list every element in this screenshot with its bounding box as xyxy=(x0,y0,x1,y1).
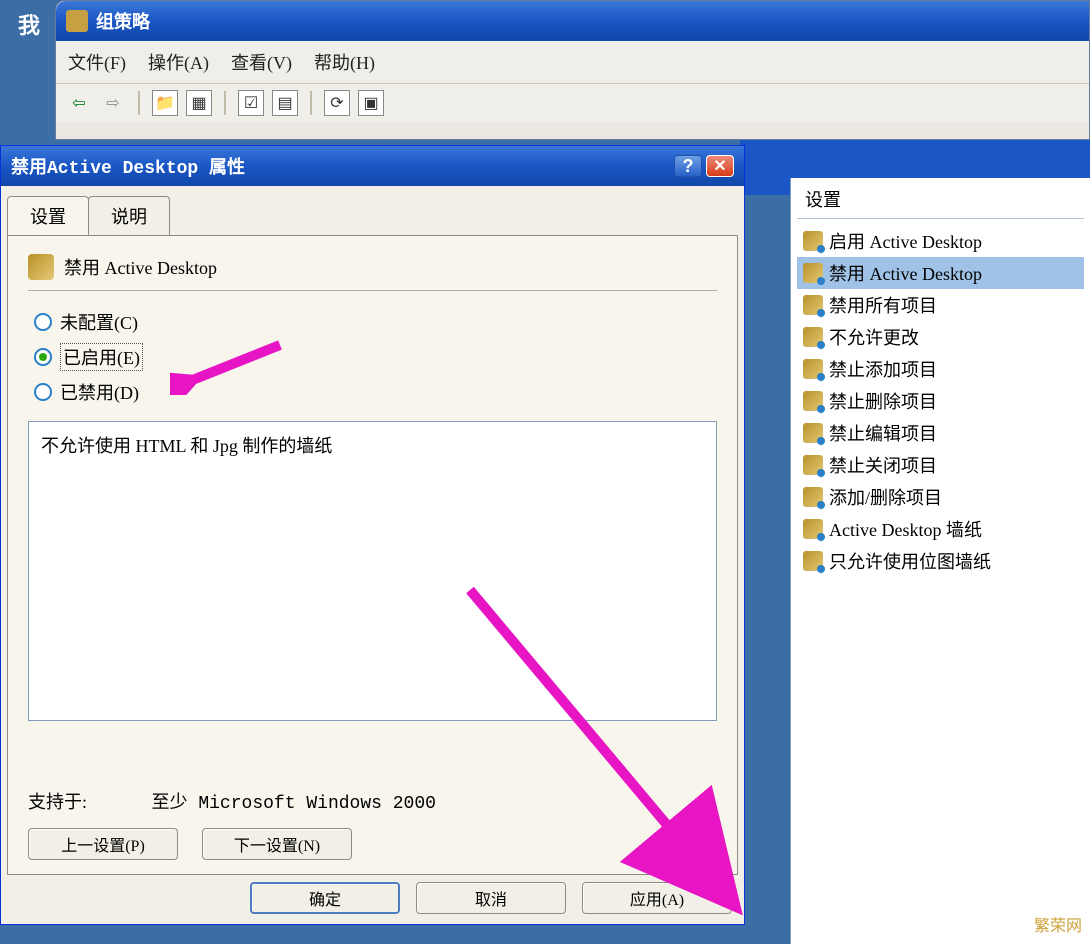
tab-panel: 禁用 Active Desktop 未配置(C) 已启用(E) 已禁用(D) 不… xyxy=(7,235,738,875)
policy-list-item[interactable]: 只允许使用位图墙纸 xyxy=(797,545,1084,577)
menu-help[interactable]: 帮助(H) xyxy=(314,49,375,75)
forward-button: ⇨ xyxy=(100,90,126,116)
policy-item-icon xyxy=(803,519,823,539)
policy-item-label: 禁止添加项目 xyxy=(829,356,937,382)
supported-label: 支持于: xyxy=(28,792,87,812)
policy-list-item[interactable]: 不允许更改 xyxy=(797,321,1084,353)
properties-icon[interactable]: ☑ xyxy=(238,90,264,116)
policy-item-icon xyxy=(803,263,823,283)
watermark: 繁荣网 xyxy=(1034,912,1082,936)
policy-item-icon xyxy=(803,551,823,571)
prev-setting-button[interactable]: 上一设置(P) xyxy=(28,828,178,860)
policy-item-icon xyxy=(803,231,823,251)
policy-item-icon xyxy=(803,359,823,379)
policy-item-icon xyxy=(803,295,823,315)
menu-bar: 文件(F) 操作(A) 查看(V) 帮助(H) xyxy=(56,41,1089,84)
policy-item-label: 禁止关闭项目 xyxy=(829,452,937,478)
desktop-icon-label: 我 xyxy=(18,8,40,40)
policy-item-icon xyxy=(803,487,823,507)
radio-disabled[interactable]: 已禁用(D) xyxy=(34,379,717,405)
policy-list-pane: 设置 启用 Active Desktop 禁用 Active Desktop 禁用所… xyxy=(790,178,1090,944)
separator xyxy=(310,91,312,115)
policy-item-label: 禁止删除项目 xyxy=(829,388,937,414)
policy-item-label: 添加/删除项目 xyxy=(829,484,942,510)
radio-label: 已禁用(D) xyxy=(60,379,139,405)
mmc-icon xyxy=(66,10,88,32)
up-folder-icon[interactable]: 📁 xyxy=(152,90,178,116)
menu-file[interactable]: 文件(F) xyxy=(68,49,126,75)
menu-view[interactable]: 查看(V) xyxy=(231,49,292,75)
description-text: 不允许使用 HTML 和 Jpg 制作的墙纸 xyxy=(41,436,332,456)
ok-button[interactable]: 确定 xyxy=(250,882,400,914)
policy-list-item[interactable]: 禁止关闭项目 xyxy=(797,449,1084,481)
policy-item-icon xyxy=(803,455,823,475)
dialog-title-prefix: 禁用 xyxy=(11,153,47,179)
dialog-titlebar[interactable]: 禁用 Active Desktop 属性 ? ✕ xyxy=(1,146,744,186)
properties-dialog: 禁用 Active Desktop 属性 ? ✕ 设置 说明 禁用 Active… xyxy=(0,145,745,925)
tool-bar: ⇦ ⇨ 📁 ▦ ☑ ▤ ⟳ ▣ xyxy=(56,84,1089,122)
menu-action[interactable]: 操作(A) xyxy=(148,49,209,75)
dialog-title-rest: Active Desktop 属性 xyxy=(47,153,245,179)
refresh-icon[interactable]: ⟳ xyxy=(324,90,350,116)
radio-dot xyxy=(34,348,52,366)
policy-list-heading: 设置 xyxy=(797,186,1084,219)
mmc-titlebar[interactable]: 组策略 xyxy=(56,1,1089,41)
tab-strip: 设置 说明 xyxy=(1,186,744,235)
description-box: 不允许使用 HTML 和 Jpg 制作的墙纸 xyxy=(28,421,717,721)
policy-list-item[interactable]: 禁止添加项目 xyxy=(797,353,1084,385)
close-button[interactable]: ✕ xyxy=(706,155,734,177)
help-button[interactable]: ? xyxy=(674,155,702,177)
policy-item-label: 禁用 Active Desktop xyxy=(829,260,982,286)
policy-list-item[interactable]: 启用 Active Desktop xyxy=(797,225,1084,257)
radio-enabled[interactable]: 已启用(E) xyxy=(34,343,717,371)
separator xyxy=(138,91,140,115)
policy-item-label: 禁止编辑项目 xyxy=(829,420,937,446)
policy-icon xyxy=(28,254,54,280)
radio-dot xyxy=(34,313,52,331)
policy-list-item[interactable]: 禁止删除项目 xyxy=(797,385,1084,417)
policy-item-label: 禁用所有项目 xyxy=(829,292,937,318)
radio-label: 已启用(E) xyxy=(60,343,143,371)
policy-item-icon xyxy=(803,327,823,347)
supported-value: 至少 Microsoft Windows 2000 xyxy=(152,794,436,814)
policy-item-label: 不允许更改 xyxy=(829,324,919,350)
policy-item-icon xyxy=(803,391,823,411)
policy-list-item[interactable]: 禁止编辑项目 xyxy=(797,417,1084,449)
apply-button[interactable]: 应用(A) xyxy=(582,882,732,914)
policy-item-label: 只允许使用位图墙纸 xyxy=(829,548,991,574)
radio-dot xyxy=(34,383,52,401)
export-icon[interactable]: ▤ xyxy=(272,90,298,116)
mmc-title-text: 组策略 xyxy=(96,8,150,34)
tab-explain[interactable]: 说明 xyxy=(88,196,170,235)
cancel-button[interactable]: 取消 xyxy=(416,882,566,914)
policy-name-label: 禁用 Active Desktop xyxy=(64,254,217,280)
divider xyxy=(28,290,717,291)
policy-name-row: 禁用 Active Desktop xyxy=(28,254,717,280)
policy-list-item[interactable]: 禁用 Active Desktop xyxy=(797,257,1084,289)
policy-item-icon xyxy=(803,423,823,443)
policy-list-item[interactable]: 添加/删除项目 xyxy=(797,481,1084,513)
supported-row: 支持于: 至少 Microsoft Windows 2000 xyxy=(28,788,436,814)
tab-settings[interactable]: 设置 xyxy=(7,196,89,235)
radio-not-configured[interactable]: 未配置(C) xyxy=(34,309,717,335)
separator xyxy=(224,91,226,115)
policy-list-item[interactable]: Active Desktop 墙纸 xyxy=(797,513,1084,545)
radio-label: 未配置(C) xyxy=(60,309,138,335)
next-setting-button[interactable]: 下一设置(N) xyxy=(202,828,352,860)
details-icon[interactable]: ▦ xyxy=(186,90,212,116)
policy-item-label: Active Desktop 墙纸 xyxy=(829,516,982,542)
policy-item-label: 启用 Active Desktop xyxy=(829,228,982,254)
filter-icon[interactable]: ▣ xyxy=(358,90,384,116)
mmc-window: 组策略 文件(F) 操作(A) 查看(V) 帮助(H) ⇦ ⇨ 📁 ▦ ☑ ▤ … xyxy=(55,0,1090,140)
back-button[interactable]: ⇦ xyxy=(66,90,92,116)
policy-list-item[interactable]: 禁用所有项目 xyxy=(797,289,1084,321)
radio-group: 未配置(C) 已启用(E) 已禁用(D) xyxy=(34,309,717,405)
